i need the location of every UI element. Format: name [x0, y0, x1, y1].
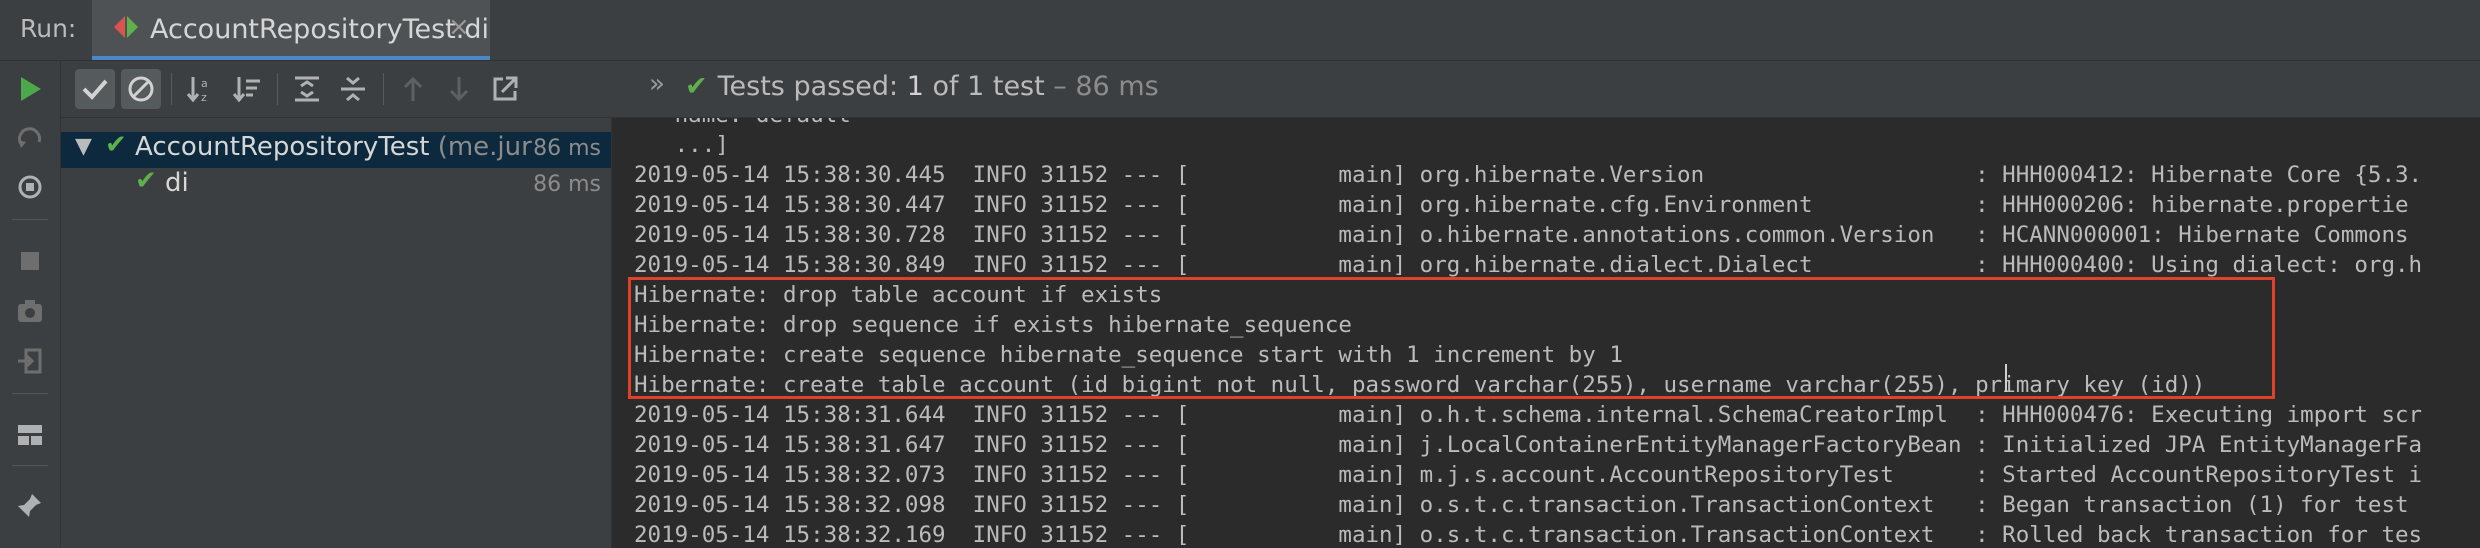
- test-config-icon: [114, 16, 138, 38]
- tree-item-test-method[interactable]: ✔ di 86 ms: [61, 166, 611, 204]
- toggle-auto-test-icon[interactable]: [14, 171, 46, 203]
- console-line: 2019-05-14 15:38:31.647 INFO 31152 --- […: [634, 432, 2423, 458]
- run-tab-bar: Run: AccountRepositoryTest.di ×: [0, 0, 2480, 61]
- passed-check-icon: ✔: [135, 166, 157, 196]
- console-line: 2019-05-14 15:38:31.644 INFO 31152 --- […: [634, 402, 2423, 428]
- sort-duration-icon[interactable]: [227, 69, 267, 109]
- console-line: 2019-05-14 15:38:32.169 INFO 31152 --- […: [634, 522, 2423, 548]
- test-status: ✔ Tests passed: 1 of 1 test – 86 ms: [685, 71, 1159, 102]
- tree-item-label: di: [165, 168, 189, 198]
- svg-text:a: a: [201, 77, 208, 90]
- test-toolbar: az » ✔ Tests passed: 1 of 1 test – 86 ms: [61, 61, 2480, 118]
- prev-failed-icon[interactable]: [393, 69, 433, 109]
- rerun-failed-icon[interactable]: [14, 123, 46, 155]
- run-config-tab[interactable]: AccountRepositoryTest.di ×: [92, 0, 490, 60]
- run-label: Run:: [20, 14, 77, 43]
- console-line: ...]: [634, 132, 729, 158]
- export-icon[interactable]: [485, 69, 525, 109]
- tree-item-duration: 86 ms: [533, 172, 601, 197]
- pin-icon[interactable]: [14, 489, 46, 521]
- expand-all-icon[interactable]: [287, 69, 327, 109]
- console-line: name: default: [634, 118, 2422, 130]
- console-line: 2019-05-14 15:38:32.073 INFO 31152 --- […: [634, 462, 2423, 488]
- camera-icon[interactable]: [14, 295, 46, 327]
- svg-text:z: z: [201, 91, 207, 104]
- collapse-all-icon[interactable]: [333, 69, 373, 109]
- show-ignored-icon[interactable]: [121, 69, 161, 109]
- stop-icon[interactable]: [14, 245, 46, 277]
- sort-alpha-icon[interactable]: az: [181, 69, 221, 109]
- status-duration: – 86 ms: [1053, 71, 1159, 102]
- left-toolbar: [0, 61, 61, 548]
- console-line: 2019-05-14 15:38:32.098 INFO 31152 --- […: [634, 492, 2409, 518]
- status-prefix: Tests passed:: [717, 71, 899, 102]
- text-caret: [2005, 364, 2007, 392]
- run-config-tab-title: AccountRepositoryTest.di: [150, 14, 489, 45]
- expand-arrow-icon[interactable]: ▼: [75, 134, 92, 159]
- console-line: 2019-05-14 15:38:30.447 INFO 31152 --- […: [634, 192, 2409, 218]
- console-line: 2019-05-14 15:38:30.849 INFO 31152 --- […: [634, 252, 2423, 278]
- tree-item-package: (me.jur: [437, 132, 532, 162]
- more-actions-icon[interactable]: »: [649, 69, 665, 99]
- tab-close-icon[interactable]: ×: [448, 12, 470, 42]
- tree-item-duration: 86 ms: [533, 136, 601, 161]
- tree-item-test-class[interactable]: ▼ ✔ AccountRepositoryTest (me.jur 86 ms: [61, 130, 611, 168]
- passed-check-icon: ✔: [105, 130, 127, 160]
- status-count: 1: [906, 71, 924, 102]
- show-passed-icon[interactable]: [75, 69, 115, 109]
- tree-item-label: AccountRepositoryTest (me.jur: [135, 132, 532, 162]
- rerun-icon[interactable]: [14, 73, 46, 105]
- passed-check-icon: ✔: [685, 71, 708, 102]
- sql-highlight-annotation: [628, 277, 2275, 399]
- console-line: 2019-05-14 15:38:30.728 INFO 31152 --- […: [634, 222, 2409, 248]
- exit-icon[interactable]: [14, 345, 46, 377]
- console-line: 2019-05-14 15:38:30.445 INFO 31152 --- […: [634, 162, 2423, 188]
- layout-icon[interactable]: [14, 419, 46, 451]
- test-tree: ▼ ✔ AccountRepositoryTest (me.jur 86 ms …: [61, 118, 612, 548]
- next-failed-icon[interactable]: [439, 69, 479, 109]
- status-suffix: of 1 test: [932, 71, 1045, 102]
